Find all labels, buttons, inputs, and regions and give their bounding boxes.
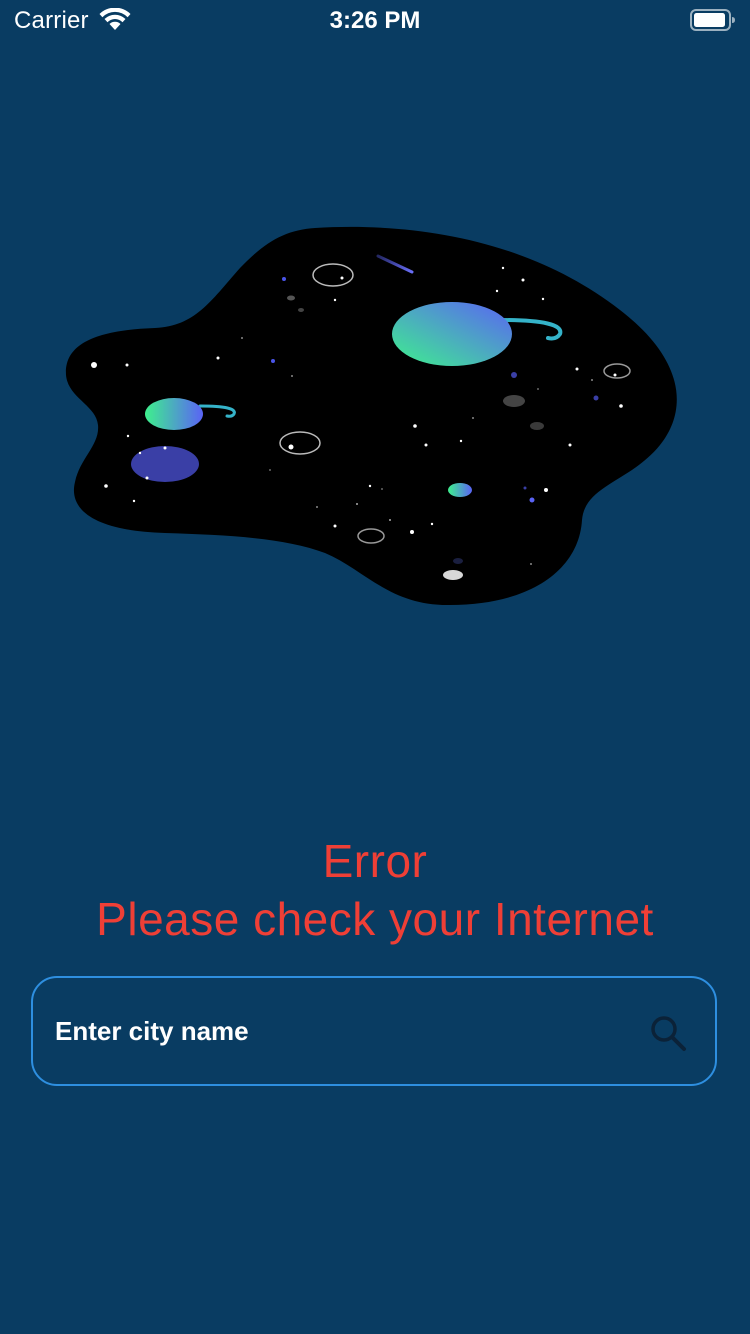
search-icon[interactable] — [649, 1014, 687, 1052]
app-screen: Carrier 3:26 PM Error Please check your … — [0, 0, 750, 1334]
space-planets-illustration — [65, 226, 677, 606]
battery-icon — [690, 9, 735, 31]
error-title: Error — [322, 835, 428, 887]
city-name-input[interactable] — [55, 1006, 635, 1056]
error-message: Error Please check your Internet — [0, 832, 750, 948]
status-time: 3:26 PM — [329, 7, 421, 34]
city-search-field[interactable] — [31, 976, 717, 1086]
status-bar: Carrier 3:26 PM — [0, 0, 750, 40]
error-detail: Please check your Internet — [96, 893, 654, 945]
